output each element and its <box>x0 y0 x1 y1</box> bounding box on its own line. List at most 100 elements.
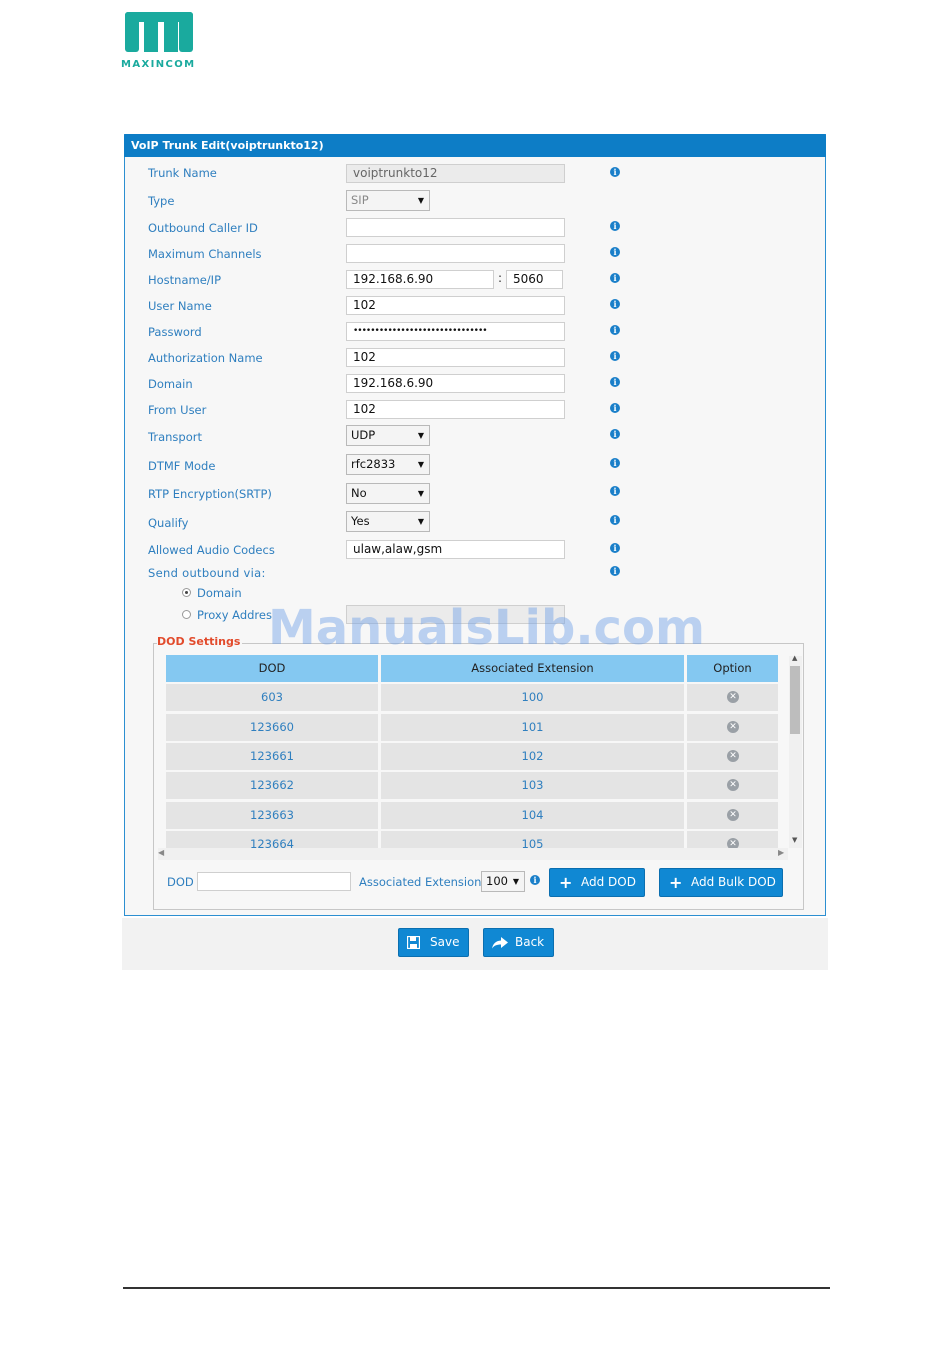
type-select[interactable]: SIP ▼ <box>346 190 430 211</box>
associated-extension-select[interactable]: 100 ▼ <box>481 871 525 892</box>
radio-proxy-label: Proxy Addres <box>197 608 272 622</box>
save-button-label: Save <box>430 935 460 949</box>
info-icon[interactable]: i <box>610 167 620 177</box>
info-icon[interactable]: i <box>610 458 620 468</box>
add-dod-button[interactable]: + Add DOD <box>549 868 645 897</box>
transport-select[interactable]: UDP ▼ <box>346 425 430 446</box>
scroll-up-icon[interactable]: ▲ <box>792 654 797 662</box>
from-user-label: From User <box>148 403 207 417</box>
trunk-name-input[interactable]: voiptrunkto12 <box>346 164 565 183</box>
back-button-label: Back <box>515 935 545 949</box>
delete-icon[interactable]: ✕ <box>727 750 739 762</box>
info-icon[interactable]: i <box>610 299 620 309</box>
info-icon[interactable]: i <box>610 515 620 525</box>
radio-domain[interactable] <box>182 588 191 597</box>
scroll-left-icon[interactable]: ◀ <box>158 848 164 857</box>
qualify-label: Qualify <box>148 516 189 530</box>
info-icon[interactable]: i <box>530 875 540 885</box>
info-icon[interactable]: i <box>610 429 620 439</box>
from-user-input[interactable]: 102 <box>346 400 565 419</box>
auth-name-label: Authorization Name <box>148 351 263 365</box>
footer-action-bar <box>122 918 828 970</box>
back-button[interactable]: Back <box>483 928 554 957</box>
radio-proxy[interactable] <box>182 610 191 619</box>
user-name-input[interactable]: 102 <box>346 296 565 315</box>
delete-icon[interactable]: ✕ <box>727 809 739 821</box>
auth-name-input[interactable]: 102 <box>346 348 565 367</box>
column-header-dod: DOD <box>166 655 378 682</box>
info-icon[interactable]: i <box>610 543 620 553</box>
qualify-select[interactable]: Yes ▼ <box>346 511 430 532</box>
table-cell-option: ✕ <box>687 684 778 711</box>
type-label: Type <box>148 194 175 208</box>
rtp-encryption-value: No <box>351 486 367 500</box>
vertical-scrollbar-thumb[interactable] <box>790 666 800 734</box>
rtp-encryption-label: RTP Encryption(SRTP) <box>148 487 272 501</box>
table-cell-dod: 123663 <box>166 802 378 829</box>
table-cell-dod: 123661 <box>166 743 378 770</box>
hostname-input[interactable]: 192.168.6.90 <box>346 270 494 289</box>
table-cell-extension: 103 <box>381 772 684 799</box>
dtmf-mode-select[interactable]: rfc2833 ▼ <box>346 454 430 475</box>
add-dod-button-label: Add DOD <box>581 875 636 889</box>
table-cell-extension: 101 <box>381 714 684 741</box>
add-bulk-dod-button[interactable]: + Add Bulk DOD <box>659 868 783 897</box>
info-icon[interactable]: i <box>610 351 620 361</box>
rtp-encryption-select[interactable]: No ▼ <box>346 483 430 504</box>
max-channels-input[interactable] <box>346 244 565 263</box>
info-icon[interactable]: i <box>610 566 620 576</box>
add-bulk-dod-button-label: Add Bulk DOD <box>691 875 776 889</box>
info-icon[interactable]: i <box>610 325 620 335</box>
info-icon[interactable]: i <box>610 273 620 283</box>
domain-label: Domain <box>148 377 193 391</box>
plus-icon: + <box>669 873 683 892</box>
save-button[interactable]: Save <box>398 928 469 957</box>
codecs-input[interactable]: ulaw,alaw,gsm <box>346 540 565 559</box>
password-input[interactable]: ••••••••••••••••••••••••••••••• <box>346 322 565 341</box>
domain-input[interactable]: 192.168.6.90 <box>346 374 565 393</box>
plus-icon: + <box>559 873 573 892</box>
dtmf-mode-label: DTMF Mode <box>148 459 216 473</box>
info-icon[interactable]: i <box>610 247 620 257</box>
share-arrow-icon <box>492 937 508 949</box>
table-cell-dod: 123662 <box>166 772 378 799</box>
delete-icon[interactable]: ✕ <box>727 838 739 848</box>
info-icon[interactable]: i <box>610 377 620 387</box>
info-icon[interactable]: i <box>610 221 620 231</box>
scroll-right-icon[interactable]: ▶ <box>778 848 784 857</box>
add-dod-input[interactable] <box>197 872 351 891</box>
chevron-down-icon: ▼ <box>417 431 424 440</box>
trunk-name-label: Trunk Name <box>148 166 217 180</box>
horizontal-scrollbar[interactable] <box>158 848 788 860</box>
column-header-option: Option <box>687 655 778 682</box>
delete-icon[interactable]: ✕ <box>727 691 739 703</box>
qualify-value: Yes <box>351 514 370 528</box>
port-separator: : <box>498 271 503 285</box>
dod-table-body: 603 100 ✕ 123660 101 ✕ 123661 102 ✕ 1236… <box>166 684 778 848</box>
chevron-down-icon: ▼ <box>417 517 424 526</box>
hostname-label: Hostname/IP <box>148 273 221 287</box>
max-channels-label: Maximum Channels <box>148 247 262 261</box>
page-divider <box>123 1287 830 1289</box>
transport-value: UDP <box>351 428 376 442</box>
delete-icon[interactable]: ✕ <box>727 721 739 733</box>
chevron-down-icon: ▼ <box>417 489 424 498</box>
info-icon[interactable]: i <box>610 486 620 496</box>
radio-domain-label: Domain <box>197 586 242 600</box>
transport-label: Transport <box>148 430 202 444</box>
table-cell-extension: 100 <box>381 684 684 711</box>
add-dod-label: DOD <box>167 875 194 889</box>
scroll-down-icon[interactable]: ▼ <box>792 836 797 844</box>
dod-settings-legend: DOD Settings <box>157 635 243 648</box>
chevron-down-icon: ▼ <box>512 877 519 886</box>
table-cell-option: ✕ <box>687 714 778 741</box>
save-icon <box>407 936 420 949</box>
dtmf-mode-value: rfc2833 <box>351 457 396 471</box>
table-cell-option: ✕ <box>687 772 778 799</box>
associated-extension-label: Associated Extension <box>359 875 482 889</box>
outbound-caller-id-input[interactable] <box>346 218 565 237</box>
port-input[interactable]: 5060 <box>506 270 563 289</box>
info-icon[interactable]: i <box>610 403 620 413</box>
outbound-caller-id-label: Outbound Caller ID <box>148 221 258 235</box>
delete-icon[interactable]: ✕ <box>727 779 739 791</box>
